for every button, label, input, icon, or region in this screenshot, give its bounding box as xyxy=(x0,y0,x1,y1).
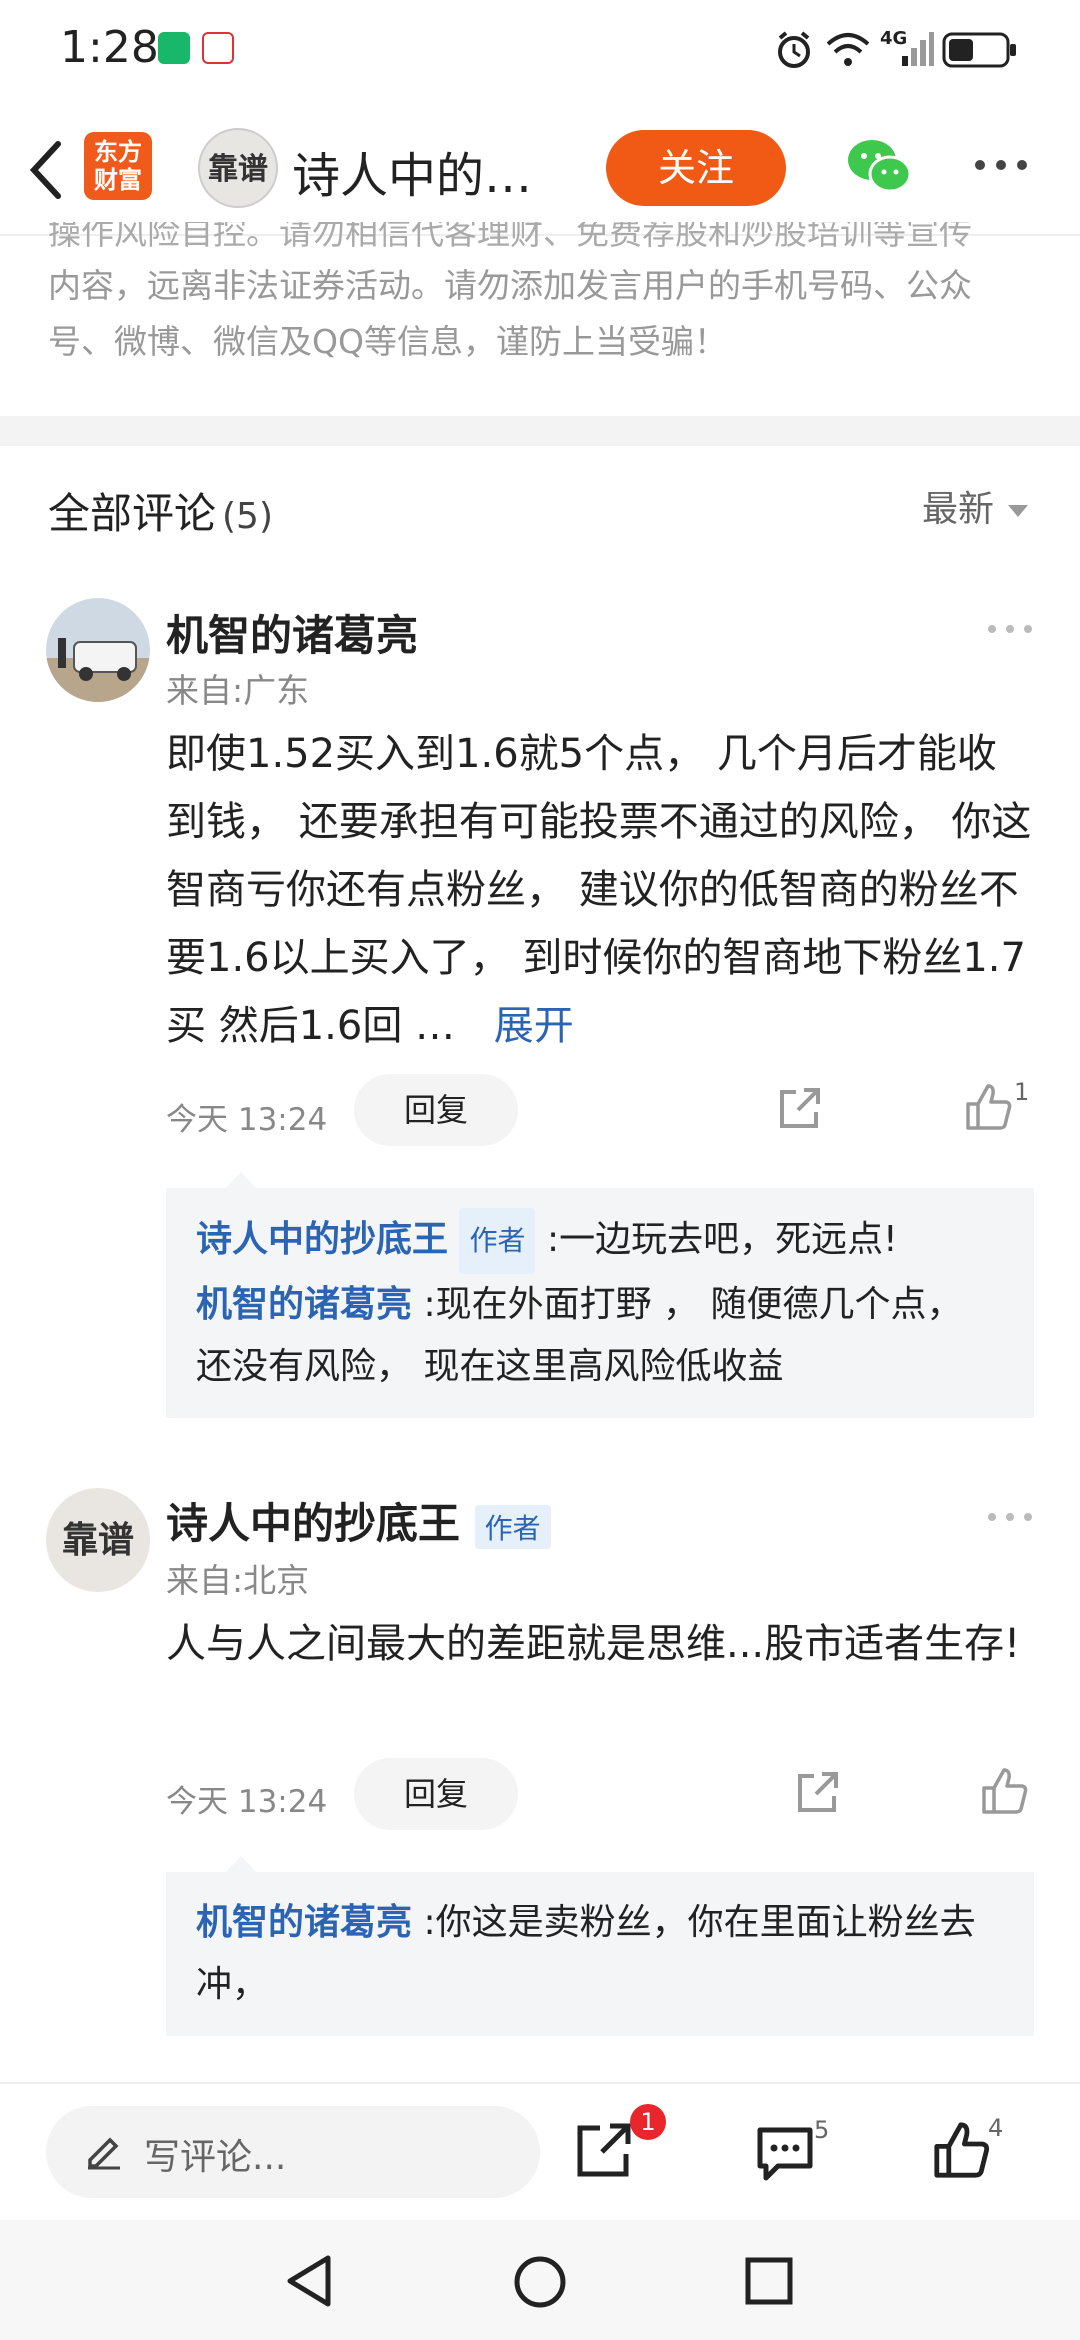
reply-item: 机智的诸葛亮 :你这是卖粉丝，你在里面让粉丝去冲， xyxy=(196,1892,1004,2016)
comment-username-row: 诗人中的抄底王 作者 xyxy=(166,1490,551,1551)
like-count: 4 xyxy=(988,2114,1004,2142)
comment-location: 来自:广东 xyxy=(166,671,310,710)
sort-dropdown[interactable]: 最新 xyxy=(922,480,1029,532)
comment-username[interactable]: 诗人中的抄底王 xyxy=(166,1499,460,1548)
more-options-icon[interactable] xyxy=(972,150,1030,180)
like-count: 1 xyxy=(1014,1078,1030,1106)
follow-button[interactable]: 关注 xyxy=(606,130,786,206)
reply-box-pointer xyxy=(226,1856,256,1872)
brand-logo-line2: 财富 xyxy=(94,166,142,194)
section-divider xyxy=(0,416,1080,446)
comment-text: 即使1.52买入到1.6就5个点， 几个月后才能收到钱， 还要承担有可能投票不通… xyxy=(166,720,1032,1060)
share-badge: 1 xyxy=(630,2104,666,2140)
wechat-share-icon[interactable] xyxy=(846,136,912,196)
avatar[interactable]: 靠谱 xyxy=(46,1488,150,1592)
comment-body: 人与人之间最大的差距就是思维...股市适者生存! xyxy=(166,1621,1021,1667)
reply-username[interactable]: 机智的诸葛亮 xyxy=(196,1284,412,1325)
comments-header: 全部评论 (5) xyxy=(48,480,273,541)
comment-icon[interactable] xyxy=(754,2124,816,2182)
huawei-app-icon xyxy=(202,32,234,64)
reply-button[interactable]: 回复 xyxy=(354,1758,518,1830)
timer-app-icon xyxy=(158,32,190,64)
comment-location: 来自:北京 xyxy=(166,1561,310,1600)
page-title: 诗人中的… xyxy=(292,148,533,204)
reply-box-pointer xyxy=(226,1172,256,1188)
pencil-icon xyxy=(88,2137,120,2170)
comments-title: 全部评论 xyxy=(48,489,217,538)
comment-input-placeholder: 写评论... xyxy=(144,2137,287,2178)
disclaimer-line: 号、微博、微信及QQ等信息，谨防上当受骗！ xyxy=(48,322,727,361)
author-avatar[interactable]: 靠谱 xyxy=(198,128,278,208)
like-icon[interactable] xyxy=(932,2120,992,2180)
comment-time: 今天 13:24 xyxy=(166,1784,328,1820)
comment-more-icon[interactable] xyxy=(986,622,1034,636)
signal-icon xyxy=(902,32,934,66)
sort-label: 最新 xyxy=(922,489,995,530)
comment-body: 即使1.52买入到1.6就5个点， 几个月后才能收到钱， 还要承担有可能投票不通… xyxy=(166,731,1032,1049)
author-badge: 作者 xyxy=(459,1208,536,1274)
nav-recents-icon[interactable] xyxy=(744,2256,794,2306)
comment-more-icon[interactable] xyxy=(986,1510,1034,1524)
comment-time: 今天 13:24 xyxy=(166,1102,328,1138)
comment-username[interactable]: 机智的诸葛亮 xyxy=(166,602,418,663)
nav-home-icon[interactable] xyxy=(512,2254,568,2310)
reply-item: 诗人中的抄底王 作者 :一边玩去吧，死远点! xyxy=(196,1208,1004,1274)
reply-username[interactable]: 机智的诸葛亮 xyxy=(196,1902,412,1943)
disclaimer-line: 内容，远离非法证券活动。请勿添加发言用户的手机号码、公众 xyxy=(48,266,972,305)
reply-thread: 诗人中的抄底王 作者 :一边玩去吧，死远点! 机智的诸葛亮 :现在外面打野 ， … xyxy=(166,1188,1034,1418)
comments-count: (5) xyxy=(222,496,274,537)
reply-item: 机智的诸葛亮 :现在外面打野 ， 随便德几个点， 还没有风险， 现在这里高风险低… xyxy=(196,1274,1004,1398)
reply-thread: 机智的诸葛亮 :你这是卖粉丝，你在里面让粉丝去冲， xyxy=(166,1872,1034,2036)
comment-count: 5 xyxy=(814,2116,830,2144)
reply-text: :一边玩去吧，死远点! xyxy=(546,1219,898,1260)
reply-button[interactable]: 回复 xyxy=(354,1074,518,1146)
share-icon[interactable] xyxy=(794,1770,840,1816)
author-badge: 作者 xyxy=(474,1504,551,1549)
avatar[interactable] xyxy=(46,598,150,702)
like-icon[interactable] xyxy=(964,1082,1014,1132)
status-time: 1:28 xyxy=(60,22,159,73)
brand-logo-line1: 东方 xyxy=(94,138,142,166)
reply-username[interactable]: 诗人中的抄底王 xyxy=(196,1219,448,1260)
expand-link[interactable]: 展开 xyxy=(494,1003,574,1049)
disclaimer-line: 操作风险自控。请勿相信代客理财、免费荐股和炒股培训等宣传 xyxy=(48,222,972,252)
share-icon[interactable] xyxy=(776,1086,822,1132)
caret-down-icon xyxy=(1008,505,1029,517)
alarm-icon xyxy=(778,31,810,68)
battery-icon xyxy=(942,32,1016,68)
nav-back-icon[interactable] xyxy=(282,2252,336,2310)
like-icon[interactable] xyxy=(980,1766,1030,1816)
back-icon[interactable] xyxy=(22,140,74,200)
risk-disclaimer: 操作风险自控。请勿相信代客理财、免费荐股和炒股培训等宣传 内容，远离非法证券活动… xyxy=(48,222,1038,370)
brand-logo[interactable]: 东方 财富 xyxy=(84,132,152,200)
wifi-icon xyxy=(826,33,870,66)
share-icon[interactable] xyxy=(574,2120,634,2180)
